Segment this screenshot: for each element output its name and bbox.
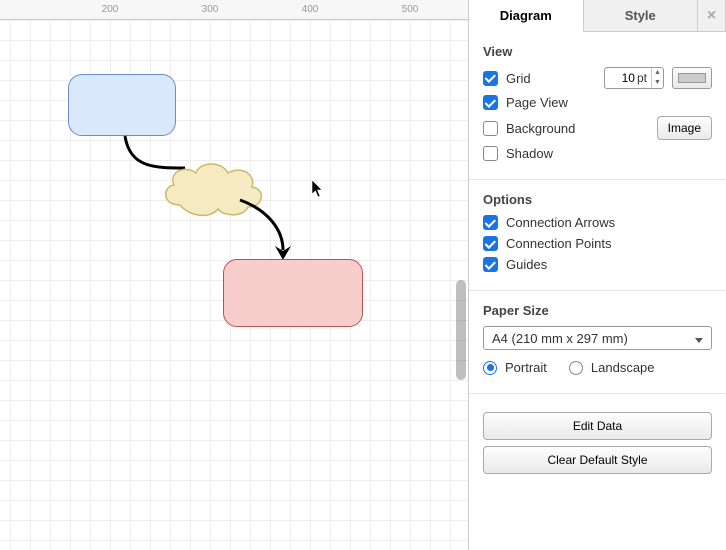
label-guides: Guides [506,257,547,272]
shape-blue-rect[interactable] [68,74,176,136]
checkbox-shadow[interactable] [483,146,498,161]
label-grid: Grid [506,71,531,86]
radio-landscape[interactable] [569,361,583,375]
checkbox-connection-arrows[interactable] [483,215,498,230]
checkbox-background[interactable] [483,121,498,136]
panel-tabs: Diagram Style × [469,0,726,32]
label-shadow: Shadow [506,146,553,161]
paper-size-select[interactable]: A4 (210 mm x 297 mm) [483,326,712,350]
ruler-horizontal: 200 300 400 500 [0,0,468,20]
checkbox-guides[interactable] [483,257,498,272]
paper-size-value: A4 (210 mm x 297 mm) [492,331,628,346]
tab-diagram[interactable]: Diagram [469,0,584,32]
stepper-down-icon[interactable]: ▼ [652,78,663,88]
format-panel: Diagram Style × View Grid pt ▲▼ Page Vie… [468,0,726,550]
grid-size-stepper[interactable]: pt ▲▼ [604,67,664,89]
section-paper-size: Paper Size A4 (210 mm x 297 mm) Portrait… [469,291,726,394]
label-connection-arrows: Connection Arrows [506,215,615,230]
label-background: Background [506,121,575,136]
section-title: Paper Size [483,303,712,318]
section-title: View [483,44,712,59]
close-panel-button[interactable]: × [698,0,726,31]
section-title: Options [483,192,712,207]
image-button[interactable]: Image [657,116,712,140]
clear-default-style-button[interactable]: Clear Default Style [483,446,712,474]
label-portrait: Portrait [505,360,547,375]
radio-portrait[interactable] [483,361,497,375]
section-view: View Grid pt ▲▼ Page View Background Ima… [469,32,726,180]
ruler-tick: 500 [402,4,419,15]
checkbox-grid[interactable] [483,71,498,86]
grid-unit: pt [637,71,651,85]
scroll-thumb[interactable] [456,280,466,380]
label-page-view: Page View [506,95,568,110]
chevron-down-icon [695,331,703,346]
grid-size-input[interactable] [605,71,637,85]
section-options: Options Connection Arrows Connection Poi… [469,180,726,291]
label-connection-points: Connection Points [506,236,612,251]
stepper-up-icon[interactable]: ▲ [652,68,663,78]
edit-data-button[interactable]: Edit Data [483,412,712,440]
checkbox-page-view[interactable] [483,95,498,110]
scrollbar-vertical[interactable] [456,20,466,546]
ruler-tick: 400 [302,4,319,15]
grid-color-button[interactable] [672,67,712,89]
ruler-tick: 300 [202,4,219,15]
ruler-tick: 200 [102,4,119,15]
tab-style[interactable]: Style [584,0,699,31]
shape-red-rect[interactable] [223,259,363,327]
label-landscape: Landscape [591,360,655,375]
checkbox-connection-points[interactable] [483,236,498,251]
canvas[interactable]: 200 300 400 500 [0,0,468,550]
section-actions: Edit Data Clear Default Style [469,394,726,486]
